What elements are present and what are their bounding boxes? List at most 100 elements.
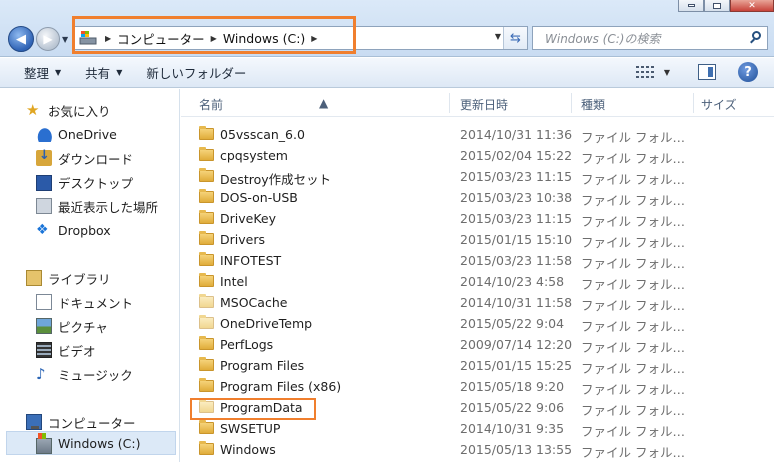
folder-icon [199,420,214,434]
file-row[interactable]: SWSETUP 2014/10/31 9:35 ファイル フォル… [181,418,774,439]
folder-icon [199,273,214,287]
nav-item-music[interactable]: ♪ ミュージック [36,363,133,385]
breadcrumb-chevron-icon[interactable]: ▶ [311,34,317,43]
drive-icon [36,432,52,454]
organize-button[interactable]: 整理 ▼ [24,63,61,82]
breadcrumb-drive[interactable]: Windows (C:) [223,31,305,46]
nav-item-onedrive[interactable]: OneDrive [36,123,117,145]
nav-item-dropbox[interactable]: ❖ Dropbox [36,219,111,241]
column-date[interactable]: 更新日時 [460,96,508,113]
file-type: ファイル フォル… [581,298,685,313]
nav-label: Dropbox [58,222,111,238]
file-row[interactable]: cpqsystem 2015/02/04 15:22 ファイル フォル… [181,145,774,166]
file-name: Intel [220,274,248,289]
file-type: ファイル フォル… [581,256,685,271]
file-type: ファイル フォル… [581,214,685,229]
change-view-icon[interactable] [635,65,654,79]
address-history-dropdown[interactable]: ▼ [495,32,501,41]
file-type: ファイル フォル… [581,424,685,439]
file-name: Program Files [220,358,305,373]
folder-icon [199,231,214,245]
share-label: 共有 [85,66,111,81]
folder-icon [199,189,214,203]
forward-button[interactable]: ▶ [36,27,60,51]
nav-favorites[interactable]: ★ お気に入り [26,99,111,121]
nav-item-recent-places[interactable]: 最近表示した場所 [36,195,158,217]
programdata-highlight-box [190,398,316,420]
nav-item-videos[interactable]: ビデオ [36,339,96,361]
file-row[interactable]: Destroy作成セット 2015/03/23 11:15 ファイル フォル… [181,166,774,187]
chevron-down-icon: ▼ [116,68,123,77]
file-row[interactable]: MSOCache 2014/10/31 11:58 ファイル フォル… [181,292,774,313]
breadcrumb-chevron-icon[interactable]: ▶ [105,34,111,43]
file-row[interactable]: Program Files (x86) 2015/05/18 9:20 ファイル フ… [181,376,774,397]
nav-item-documents[interactable]: ドキュメント [36,291,133,313]
recent-pages-dropdown[interactable]: ▼ [62,35,68,44]
folder-icon [199,378,214,392]
column-type[interactable]: 種類 [581,96,605,113]
folder-icon [199,315,214,329]
file-row[interactable]: Intel 2014/10/23 4:58 ファイル フォル… [181,271,774,292]
file-row[interactable]: OneDriveTemp 2015/05/22 9:04 ファイル フォル… [181,313,774,334]
picture-icon [36,318,52,334]
search-box[interactable]: Windows (C:)の検索 [532,26,768,50]
nav-label: ダウンロード [58,151,134,167]
file-row[interactable]: Program Files 2015/01/15 15:25 ファイル フォル… [181,355,774,376]
nav-libraries[interactable]: ライブラリ [26,267,111,289]
file-type: ファイル フォル… [581,151,685,166]
file-row[interactable]: Windows 2015/05/13 13:55 ファイル フォル… [181,439,774,460]
nav-item-windows-drive[interactable]: Windows (C:) [36,432,140,454]
nav-item-desktop[interactable]: デスクトップ [36,171,133,193]
desktop-icon [36,175,52,191]
back-button[interactable]: ◀ [8,26,34,52]
file-date: 2014/10/31 11:36 [460,127,573,142]
folder-icon [199,336,214,350]
file-name: SWSETUP [220,421,281,436]
chevron-down-icon: ▼ [55,68,62,77]
file-name: 05vsscan_6.0 [220,127,305,142]
nav-label: Windows (C:) [58,435,141,451]
file-date: 2015/03/23 11:58 [460,253,573,268]
view-options-dropdown[interactable]: ▼ [664,68,670,77]
folder-icon [199,126,214,140]
file-row[interactable]: DriveKey 2015/03/23 11:15 ファイル フォル… [181,208,774,229]
file-date: 2015/03/23 10:38 [460,190,573,205]
dropbox-icon: ❖ [36,222,49,238]
file-row[interactable]: DOS-on-USB 2015/03/23 10:38 ファイル フォル… [181,187,774,208]
file-type: ファイル フォル… [581,319,685,334]
library-icon [26,270,42,286]
preview-pane-icon[interactable] [698,64,716,80]
search-input[interactable]: Windows (C:)の検索 [545,30,745,47]
folder-icon [199,441,214,455]
breadcrumb-chevron-icon[interactable]: ▶ [211,34,217,43]
file-date: 2015/01/15 15:10 [460,232,573,247]
folder-icon [199,252,214,266]
computer-icon [79,30,99,46]
folder-icon [199,147,214,161]
nav-item-downloads[interactable]: ダウンロード [36,147,133,169]
file-name: MSOCache [220,295,288,310]
recent-places-icon [36,198,52,214]
breadcrumb-computer[interactable]: コンピューター [117,29,205,48]
file-type: ファイル フォル… [581,130,685,145]
refresh-button[interactable]: ⇆ [503,27,527,49]
nav-item-pictures[interactable]: ピクチャ [36,315,108,337]
search-icon[interactable] [745,27,767,49]
file-row[interactable]: PerfLogs 2009/07/14 12:20 ファイル フォル… [181,334,774,355]
new-folder-button[interactable]: 新しいフォルダー [146,63,246,82]
minimize-button[interactable] [678,0,704,12]
file-row[interactable]: 05vsscan_6.0 2014/10/31 11:36 ファイル フォル… [181,124,774,145]
address-bar[interactable]: ▶ コンピューター ▶ Windows (C:) ▶ ▼ ⇆ [72,26,528,50]
help-icon[interactable]: ? [738,62,758,82]
share-button[interactable]: 共有 ▼ [85,63,122,82]
file-name: cpqsystem [220,148,288,163]
column-size[interactable]: サイズ [701,96,737,113]
file-date: 2015/02/04 15:22 [460,148,573,163]
nav-computer[interactable]: コンピューター [26,411,136,433]
file-row[interactable]: Drivers 2015/01/15 15:10 ファイル フォル… [181,229,774,250]
file-type: ファイル フォル… [581,172,685,187]
column-name[interactable]: 名前 [199,96,223,113]
maximize-button[interactable] [704,0,730,12]
close-button[interactable]: ✕ [730,0,774,12]
file-row[interactable]: INFOTEST 2015/03/23 11:58 ファイル フォル… [181,250,774,271]
